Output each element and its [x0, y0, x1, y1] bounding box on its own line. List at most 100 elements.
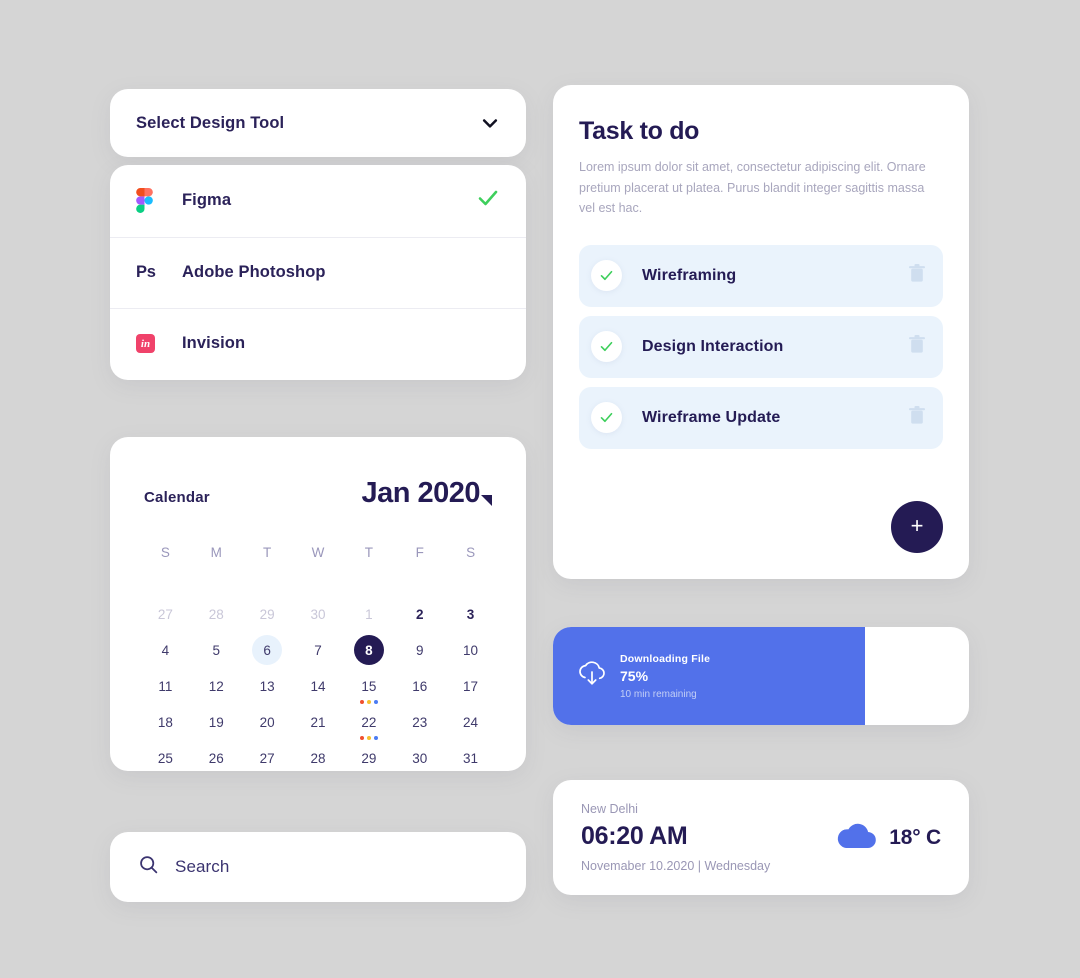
- temperature-value: 18° C: [889, 825, 941, 849]
- calendar-day-cell[interactable]: 22: [343, 704, 394, 740]
- calendar-day-number: 28: [310, 750, 326, 766]
- calendar-day-number: 23: [412, 714, 428, 730]
- calendar-day-cell[interactable]: 21: [293, 704, 344, 740]
- calendar-day-cell[interactable]: 30: [293, 596, 344, 632]
- calendar-day-number: 29: [259, 606, 275, 622]
- search-bar[interactable]: Search: [110, 832, 526, 902]
- calendar-day-number: 17: [463, 678, 479, 694]
- calendar-day-number: 12: [208, 678, 224, 694]
- task-label: Wireframe Update: [642, 408, 781, 426]
- caret-down-icon[interactable]: [481, 495, 492, 506]
- calendar-day-cell[interactable]: 6: [242, 632, 293, 668]
- design-tool-list: Figma Ps Adobe Photoshop in Invision: [110, 165, 526, 380]
- trash-icon[interactable]: [909, 263, 925, 288]
- calendar-day-cell[interactable]: 25: [140, 740, 191, 776]
- tool-list-item-invision[interactable]: in Invision: [110, 308, 526, 380]
- calendar-day-cell[interactable]: 28: [293, 740, 344, 776]
- calendar-day-cell[interactable]: 13: [242, 668, 293, 704]
- calendar-day-cell[interactable]: 12: [191, 668, 242, 704]
- calendar-day-cell[interactable]: 15: [343, 668, 394, 704]
- calendar-day-number: 8: [353, 635, 384, 665]
- calendar-day-grid: 27 28 29 30 1 2 3 4 5 6 7 8 9 10 11 12 13 14 15 16 17 18 19 20 2…: [140, 596, 496, 776]
- photoshop-logo-text: Ps: [136, 262, 156, 281]
- calendar-day-number: 2: [415, 606, 424, 622]
- calendar-day-cell[interactable]: 24: [445, 704, 496, 740]
- task-check-icon[interactable]: [591, 402, 622, 434]
- calendar-day-cell[interactable]: 4: [140, 632, 191, 668]
- calendar-day-number: 27: [157, 606, 173, 622]
- calendar-day-cell[interactable]: 11: [140, 668, 191, 704]
- task-to-do-card: Task to do Lorem ipsum dolor sit amet, c…: [553, 85, 969, 579]
- cloud-icon: [835, 820, 877, 855]
- calendar-day-number: 7: [314, 642, 322, 658]
- weather-text-group: New Delhi 06:20 AM Novemaber 10.2020 | W…: [581, 802, 770, 873]
- calendar-day-number: 31: [463, 750, 479, 766]
- chevron-down-icon[interactable]: [480, 113, 500, 133]
- calendar-day-number: 26: [208, 750, 224, 766]
- calendar-day-cell[interactable]: 30: [394, 740, 445, 776]
- task-label: Design Interaction: [642, 337, 784, 355]
- calendar-day-number: 6: [252, 635, 283, 665]
- calendar-day-number: 18: [157, 714, 173, 730]
- calendar-day-number: 10: [463, 642, 479, 658]
- calendar-day-cell[interactable]: 26: [191, 740, 242, 776]
- figma-icon: [136, 188, 162, 214]
- select-design-tool-label: Select Design Tool: [136, 113, 285, 132]
- weather-city: New Delhi: [581, 802, 638, 816]
- calendar-day-cell[interactable]: 7: [293, 632, 344, 668]
- calendar-day-cell[interactable]: 16: [394, 668, 445, 704]
- task-list-item[interactable]: Wireframing: [579, 244, 943, 307]
- calendar-day-cell[interactable]: 27: [140, 596, 191, 632]
- add-task-button[interactable]: +: [891, 501, 943, 553]
- select-design-tool-dropdown[interactable]: Select Design Tool: [110, 89, 526, 157]
- invision-logo-text: in: [136, 334, 155, 354]
- task-check-icon[interactable]: [591, 260, 622, 292]
- search-input[interactable]: Search: [175, 857, 229, 877]
- calendar-month-selector[interactable]: Jan 2020: [361, 477, 492, 510]
- search-icon: [138, 854, 159, 880]
- weather-clock-card: New Delhi 06:20 AM Novemaber 10.2020 | W…: [553, 780, 969, 895]
- calendar-day-number: 28: [208, 606, 224, 622]
- calendar-day-cell[interactable]: 29: [242, 596, 293, 632]
- calendar-dow-1: M: [210, 545, 222, 560]
- calendar-dow-2: T: [263, 545, 272, 560]
- task-check-icon[interactable]: [591, 331, 622, 363]
- calendar-day-number: 3: [466, 606, 475, 622]
- calendar-day-number: 1: [365, 606, 373, 622]
- calendar-day-cell[interactable]: 10: [445, 632, 496, 668]
- calendar-day-cell[interactable]: 23: [394, 704, 445, 740]
- calendar-day-cell[interactable]: 14: [293, 668, 344, 704]
- check-icon: [476, 186, 500, 215]
- download-percent: 75%: [620, 667, 649, 684]
- trash-icon[interactable]: [909, 405, 925, 430]
- calendar-month-label: Jan 2020: [361, 477, 480, 509]
- tool-list-item-figma[interactable]: Figma: [110, 165, 526, 237]
- calendar-day-number: 20: [259, 714, 275, 730]
- calendar-day-cell[interactable]: 28: [191, 596, 242, 632]
- task-list: Wireframing Design Interaction Wireframe U…: [579, 244, 943, 449]
- task-list-item[interactable]: Wireframe Update: [579, 386, 943, 449]
- calendar-day-cell[interactable]: 19: [191, 704, 242, 740]
- task-list-item[interactable]: Design Interaction: [579, 315, 943, 378]
- tool-name-label: Figma: [182, 191, 232, 210]
- calendar-day-cell[interactable]: 5: [191, 632, 242, 668]
- calendar-day-number: 11: [158, 678, 173, 694]
- calendar-day-cell[interactable]: 27: [242, 740, 293, 776]
- calendar-day-cell[interactable]: 20: [242, 704, 293, 740]
- trash-icon[interactable]: [909, 334, 925, 359]
- calendar-title: Calendar: [144, 489, 210, 506]
- calendar-day-cell[interactable]: 31: [445, 740, 496, 776]
- calendar-day-cell[interactable]: 1: [343, 596, 394, 632]
- calendar-day-cell[interactable]: 3: [445, 596, 496, 632]
- calendar-day-number: 25: [157, 750, 173, 766]
- calendar-day-cell[interactable]: 29: [343, 740, 394, 776]
- calendar-day-cell[interactable]: 9: [394, 632, 445, 668]
- tool-list-item-photoshop[interactable]: Ps Adobe Photoshop: [110, 236, 526, 309]
- calendar-day-cell[interactable]: 18: [140, 704, 191, 740]
- calendar-day-cell[interactable]: 2: [394, 596, 445, 632]
- calendar-day-cell[interactable]: 17: [445, 668, 496, 704]
- calendar-dow-5: F: [415, 545, 424, 560]
- calendar-widget: Calendar Jan 2020 SMTWTFS 27 28 29 30 1 2 3 4 5 6…: [110, 437, 526, 771]
- calendar-day-cell[interactable]: 8: [343, 632, 394, 668]
- cloud-download-icon: [577, 660, 607, 692]
